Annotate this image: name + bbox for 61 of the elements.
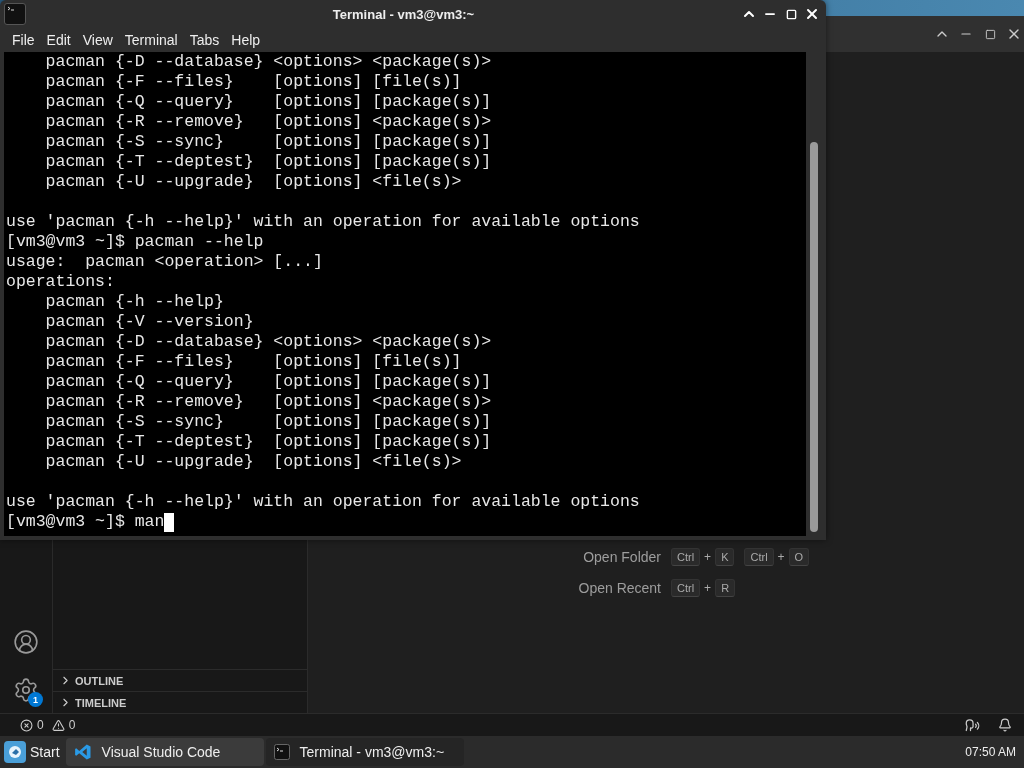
terminal-line: [vm3@vm3 ~]$ pacman --help <box>6 232 264 252</box>
menu-item[interactable]: View <box>76 30 119 50</box>
warning-icon[interactable] <box>51 718 65 732</box>
terminal-line: pacman {-D --database} <options> <package(s)> <box>44 332 492 352</box>
terminal-line: pacman {-R --remove} [options] <package(s)> <box>44 392 492 412</box>
menu-item[interactable]: Terminal <box>118 30 184 50</box>
terminal-icon <box>4 3 26 25</box>
settings-icon[interactable] <box>13 677 39 703</box>
terminal-line: use 'pacman {-h --help}' with an operation for available options <box>6 212 640 232</box>
terminal-line: usage: pacman <operation> [...] <box>6 252 323 272</box>
plus-sign: + <box>704 550 712 564</box>
terminal-line: pacman {-R --remove} [options] <package(s)> <box>44 112 492 132</box>
window-title: Terminal - vm3@vm3:~ <box>331 6 476 22</box>
account-icon[interactable] <box>13 629 39 655</box>
shortcut-label: Open Recent <box>578 580 661 596</box>
terminal-prompt[interactable]: [vm3@vm3 ~]$ man <box>6 512 165 532</box>
terminal-line: use 'pacman {-h --help}' with an operation for available options <box>6 492 640 512</box>
terminal-icon <box>273 744 290 760</box>
terminal-line: pacman {-V --version} <box>44 312 254 332</box>
terminal-line: pacman {-U --upgrade} [options] <file(s)> <box>44 452 462 472</box>
keycap: Ctrl <box>671 579 701 597</box>
keycap: Ctrl <box>744 548 774 566</box>
editor-app-icon <box>73 743 92 761</box>
warning-count[interactable]: 0 <box>68 718 76 732</box>
keycap: O <box>788 548 810 566</box>
sidebar-section-header[interactable]: OUTLINE <box>53 669 307 691</box>
keycap: R <box>715 579 736 597</box>
terminal-line: pacman {-Q --query} [options] [package(s)] <box>44 372 492 392</box>
terminal-line: pacman {-F --files} [options] [file(s)] <box>44 352 462 372</box>
menu-item[interactable]: Edit <box>40 30 77 50</box>
menu-item[interactable]: File <box>6 30 41 50</box>
terminal-line: pacman {-F --files} [options] [file(s)] <box>44 72 462 92</box>
plus-sign: + <box>777 550 785 564</box>
shortcut-label: Open Folder <box>583 549 661 565</box>
clock: 07:50 AM <box>965 745 1017 759</box>
text-cursor <box>164 512 175 532</box>
plus-sign: + <box>704 581 712 595</box>
terminal-line: pacman {-S --sync} [options] [package(s)] <box>44 412 492 432</box>
close-icon[interactable] <box>804 6 820 22</box>
terminal-line: pacman {-h --help} <box>44 292 224 312</box>
terminal-line: pacman {-T --deptest} [options] [package(s)] <box>44 152 492 172</box>
keycap: K <box>715 548 735 566</box>
taskbar-button[interactable]: Terminal - vm3@vm3:~ <box>265 738 464 766</box>
keycap: Ctrl <box>671 548 701 566</box>
notification-badge: 1 <box>28 692 43 707</box>
error-count[interactable]: 0 <box>37 718 44 732</box>
terminal-line: pacman {-U --upgrade} [options] <file(s)> <box>44 172 462 192</box>
menu-item[interactable]: Tabs <box>183 30 226 50</box>
start-button[interactable]: Start <box>4 738 64 766</box>
scrollbar-thumb[interactable] <box>810 142 818 532</box>
start-logo-icon <box>4 741 26 763</box>
terminal-line: pacman {-T --deptest} [options] [package(s)] <box>44 432 492 452</box>
terminal-line: pacman {-D --database} <options> <package(s)> <box>44 52 492 72</box>
feedback-icon[interactable] <box>965 717 980 733</box>
error-icon[interactable] <box>20 718 33 732</box>
terminal-line: pacman {-S --sync} [options] [package(s)] <box>44 132 492 152</box>
bell-icon[interactable] <box>998 718 1012 732</box>
terminal-line: operations: <box>6 272 115 292</box>
taskbar-button[interactable]: Visual Studio Code <box>65 738 264 766</box>
menu-item[interactable]: Help <box>225 30 267 50</box>
terminal-line: pacman {-Q --query} [options] [package(s)] <box>44 92 492 112</box>
